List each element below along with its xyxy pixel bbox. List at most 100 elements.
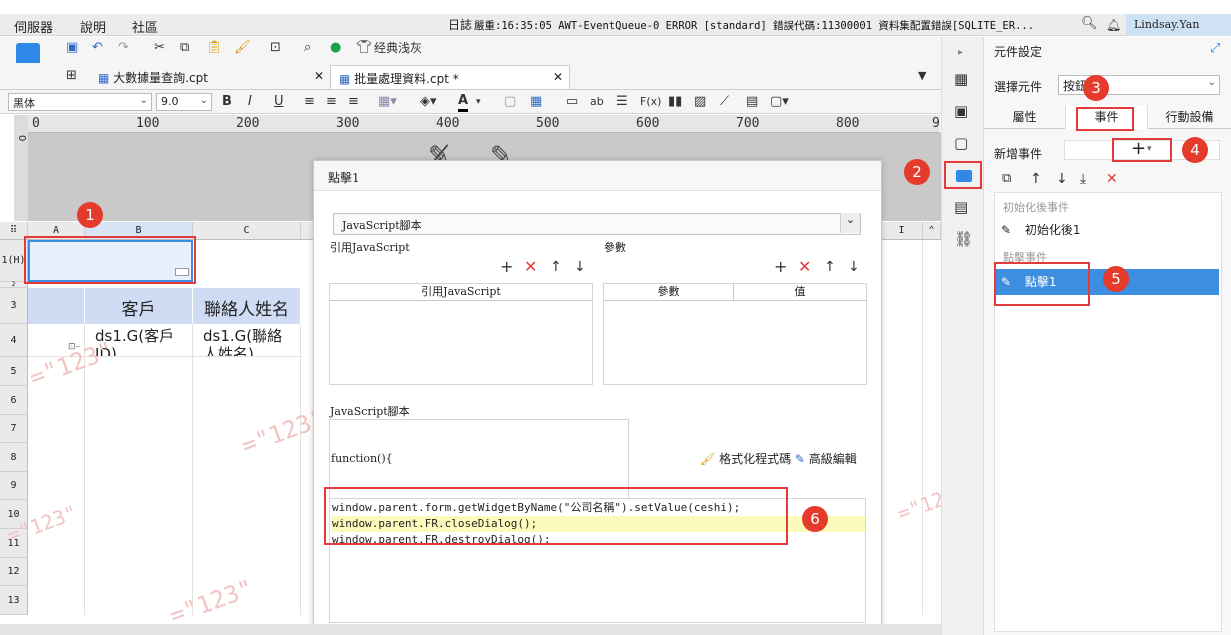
chevron-right-icon[interactable]: ▸ (958, 45, 963, 61)
save-icon[interactable]: ▣ (66, 40, 78, 56)
delete-icon[interactable]: ✕ (524, 259, 537, 275)
cell-element-icon[interactable]: ▣ (954, 103, 968, 119)
font-family-select[interactable]: 黑体 ⌄ (8, 93, 152, 111)
log-label[interactable]: 日誌 (448, 16, 472, 33)
column-header-i[interactable]: I (881, 222, 923, 240)
format-brush-icon[interactable]: 🖌︎ (234, 40, 251, 56)
condition-icon[interactable]: ▤ (954, 199, 968, 215)
copy-icon[interactable]: ⧉ (180, 40, 189, 56)
log-message: 嚴重:16:35:05 AWT-EventQueue-0 ERROR [stan… (474, 20, 1035, 32)
image-icon[interactable]: ▨ (694, 94, 706, 110)
format-code-button[interactable]: 🖌︎ 格式化程式碼 ✎ 高級編輯 (700, 450, 857, 467)
frame-icon[interactable]: ▢ (954, 135, 968, 151)
chevron-down-icon[interactable]: ▾ (476, 94, 481, 110)
slash-icon[interactable]: ⟋ (720, 94, 729, 110)
row-header-5[interactable]: 5 (0, 357, 28, 386)
border-icon[interactable]: ▦▾ (378, 94, 397, 110)
row-header-3[interactable]: 3 (0, 288, 28, 324)
font-color-icon[interactable]: A (458, 93, 469, 112)
delete-icon[interactable]: ✕ (1106, 171, 1118, 187)
advanced-edit-label: 高級編輯 (808, 452, 857, 466)
header-cell-contact[interactable]: 聯絡人姓名 (193, 288, 301, 324)
textbox-icon[interactable]: ▭ (566, 94, 578, 110)
scroll-up-icon[interactable]: ⌃ (923, 222, 941, 240)
italic-icon[interactable]: I (248, 94, 252, 110)
cut-icon[interactable]: ✂ (154, 40, 165, 56)
align-right-icon[interactable]: ≡ (348, 94, 359, 110)
format-code-label: 格式化程式碼 (719, 452, 792, 466)
widget-icon[interactable]: ▢▾ (770, 94, 789, 110)
add-icon[interactable]: + (500, 259, 513, 275)
bell-icon[interactable]: 🔔︎ (1106, 17, 1121, 33)
header-cell-blank[interactable] (28, 288, 85, 324)
header-cell-customer[interactable]: 客戶 (85, 288, 193, 324)
text-icon[interactable]: ab (590, 94, 604, 110)
menu-server[interactable]: 伺服器 (14, 17, 53, 36)
arrow-up-icon[interactable]: ↑ (1030, 171, 1042, 187)
merge-icon[interactable]: ▢ (504, 94, 516, 110)
menu-help[interactable]: 說明 (80, 17, 106, 36)
rich-text-icon[interactable]: ☰ (616, 94, 628, 110)
step-badge-5: 5 (1103, 266, 1129, 292)
row-header-12[interactable]: 12 (0, 558, 28, 586)
underline-icon[interactable]: U (274, 94, 284, 110)
theme-label[interactable]: 经典浅灰 (374, 40, 422, 56)
preview-icon[interactable]: ⊡ (270, 40, 281, 56)
horizontal-ruler: 0 100 200 300 400 500 600 700 800 9 (28, 115, 940, 133)
table-icon[interactable]: ▦ (530, 94, 542, 110)
row-header-6[interactable]: 6 (0, 386, 28, 415)
search-icon[interactable]: 🔍︎ (1081, 16, 1098, 32)
arrow-up-icon[interactable]: ↑ (550, 259, 562, 275)
tab-menu-icon[interactable]: ▼ (918, 68, 926, 84)
align-center-icon[interactable]: ≡ (326, 94, 337, 110)
formula-icon[interactable]: F(x) (640, 94, 661, 110)
tab-batch-processing[interactable]: ▦ 批量處理資料.cpt * ✕ (330, 65, 570, 89)
data-cell-contact-name[interactable]: ds1.G(聯絡人姓名) (193, 324, 301, 357)
tab-mobile[interactable]: 行動設備 (1148, 105, 1231, 129)
format-toolbar: 黑体 ⌄ 9.0 ⌄ B I U ≡ ≡ ≡ ▦▾ ◈▾ A ▾ ▢ ▦ ▭ ab … (0, 90, 941, 114)
search-template-icon[interactable]: ⌕ (304, 40, 311, 56)
arrow-down-icon[interactable]: ↓ (1056, 171, 1068, 187)
ruler-tick: 100 (136, 116, 160, 131)
pin-icon[interactable]: ⤢ (1210, 41, 1220, 57)
grid-icon[interactable]: ⊞ (66, 68, 77, 84)
paste-icon[interactable]: 📋︎ (206, 40, 223, 56)
arrow-up-icon[interactable]: ↑ (824, 259, 836, 275)
grid-column-a (28, 357, 85, 615)
event-item-init[interactable]: ✎ 初始化後1 (995, 217, 1219, 243)
value-col-header: 值 (734, 284, 866, 301)
font-size-select[interactable]: 9.0 ⌄ (156, 93, 212, 111)
close-icon[interactable]: ✕ (314, 69, 324, 83)
add-icon[interactable]: + (774, 259, 787, 275)
align-left-icon[interactable]: ≡ (304, 94, 315, 110)
redo-icon[interactable]: ↷ (118, 40, 129, 56)
subreport-icon[interactable]: ▤ (746, 94, 758, 110)
user-name[interactable]: Lindsay.Yan (1126, 14, 1231, 36)
column-header-c[interactable]: C (193, 222, 301, 240)
close-icon[interactable]: ✕ (553, 70, 563, 84)
copy-icon[interactable]: ⧉ (1002, 171, 1011, 187)
arrow-down-icon[interactable]: ↓ (574, 259, 586, 275)
row-header-4[interactable]: 4 (0, 324, 28, 357)
row-header-7[interactable]: 7 (0, 415, 28, 443)
undo-icon[interactable]: ↶ (92, 40, 103, 56)
layout-icon[interactable]: ▦ (954, 71, 968, 87)
bold-icon[interactable]: B (222, 94, 232, 110)
hyperlink-icon[interactable]: ⛓︎ (954, 231, 973, 247)
tab-big-data[interactable]: ▦ 大數據量查詢.cpt ✕ (90, 65, 330, 89)
fill-color-icon[interactable]: ◈▾ (420, 94, 437, 110)
row-header-13[interactable]: 13 (0, 586, 28, 615)
bar-chart-icon[interactable]: ▮▮ (668, 94, 682, 110)
menu-bar: 伺服器 說明 社區 日誌 嚴重:16:35:05 AWT-EventQueue-… (0, 14, 1231, 36)
check-icon[interactable]: ● (330, 40, 341, 56)
row-header-8[interactable]: 8 (0, 443, 28, 472)
move-bottom-icon[interactable]: ⤓ (1080, 171, 1086, 187)
arrow-down-icon[interactable]: ↓ (848, 259, 860, 275)
tab-attributes[interactable]: 屬性 (984, 105, 1066, 129)
delete-icon[interactable]: ✕ (798, 259, 811, 275)
menu-community[interactable]: 社區 (132, 17, 158, 36)
row-header-9[interactable]: 9 (0, 472, 28, 500)
shirt-icon[interactable]: 👕︎ (356, 40, 373, 56)
script-type-select[interactable]: JavaScript腳本 ⌄ (333, 213, 861, 235)
event-item-label: 初始化後1 (1024, 223, 1081, 237)
